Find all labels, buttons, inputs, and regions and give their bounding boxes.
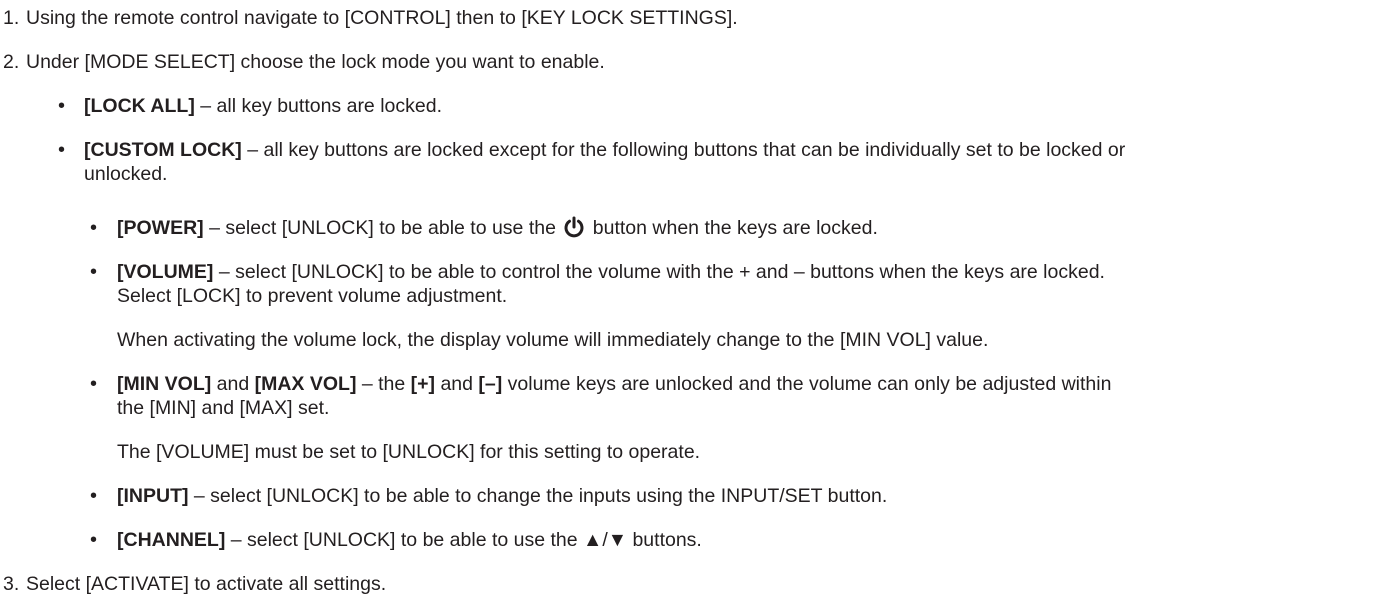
bullet-icon: • [90, 373, 98, 395]
step-text: Select [ACTIVATE] to activate all settin… [26, 573, 387, 595]
key-plus: [+] [410, 373, 436, 395]
power-icon [564, 216, 584, 238]
bullet-icon: • [90, 261, 98, 283]
item-label: [POWER] [117, 217, 204, 239]
item-volume-note: When activating the volume lock, the dis… [117, 329, 989, 351]
item-label: [INPUT] [117, 485, 189, 507]
item-min-max-note: The [VOLUME] must be set to [UNLOCK] for… [117, 441, 701, 463]
step-number: 2. [3, 51, 20, 73]
mode-label: [CUSTOM LOCK] [84, 139, 242, 161]
key-minus: [–] [478, 373, 503, 395]
bullet-icon: • [90, 217, 98, 239]
bullet-icon: • [90, 485, 98, 507]
bullet-icon: • [58, 139, 66, 161]
item-volume-line2: Select [LOCK] to prevent volume adjustme… [117, 285, 508, 307]
mode-desc: – all key buttons are locked. [194, 95, 442, 117]
item-label: [VOLUME] [117, 261, 214, 283]
item-min-max-line2: the [MIN] and [MAX] set. [117, 397, 330, 419]
mode-desc-continued: unlocked. [84, 163, 168, 185]
step-text: Using the remote control navigate to [CO… [26, 7, 738, 29]
step-number: 1. [3, 7, 20, 29]
step-text: Under [MODE SELECT] choose the lock mode… [26, 51, 605, 73]
mode-desc: – all key buttons are locked except for … [241, 139, 1126, 161]
item-label: [CHANNEL] [117, 529, 226, 551]
item-label: [MIN VOL] [117, 373, 212, 395]
bullet-icon: • [90, 529, 98, 551]
mode-label: [LOCK ALL] [84, 95, 195, 117]
bullet-icon: • [58, 95, 66, 117]
item-label: [MAX VOL] [254, 373, 357, 395]
step-number: 3. [3, 573, 20, 595]
